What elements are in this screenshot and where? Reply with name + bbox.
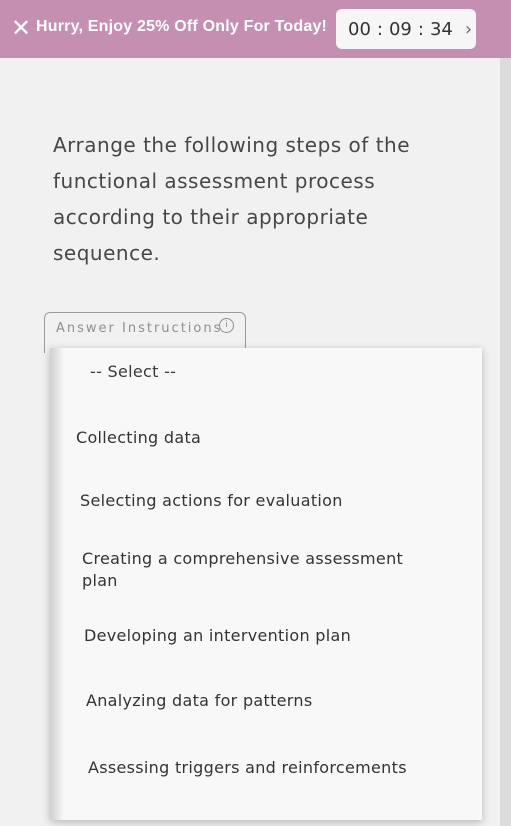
info-icon[interactable]: i <box>219 318 234 333</box>
timer-hours: 00 <box>348 18 371 40</box>
answer-instructions-label: Answer Instructions <box>56 321 223 336</box>
countdown-timer[interactable]: 00 : 09 : 34 › <box>336 9 476 49</box>
dropdown-shade <box>50 348 64 820</box>
timer-minutes: 09 <box>388 18 412 40</box>
dropdown-option-assessing-triggers[interactable]: Assessing triggers and reinforcements <box>88 758 407 777</box>
dropdown-option-intervention-plan[interactable]: Developing an intervention plan <box>84 626 351 645</box>
dropdown-option-selecting-actions[interactable]: Selecting actions for evaluation <box>80 491 343 510</box>
promo-text: Hurry, Enjoy 25% Off Only For Today! <box>36 18 328 35</box>
question-text: Arrange the following steps of the funct… <box>53 133 411 265</box>
timer-separator: : <box>376 18 383 40</box>
chevron-right-icon[interactable]: › <box>465 19 472 40</box>
close-icon[interactable]: ✕ <box>8 15 34 41</box>
dropdown-option-collecting-data[interactable]: Collecting data <box>76 428 201 447</box>
timer-seconds: 34 <box>429 18 453 40</box>
promo-banner: ✕ Hurry, Enjoy 25% Off Only For Today! 0… <box>0 0 511 58</box>
dropdown-option-analyzing-data[interactable]: Analyzing data for patterns <box>86 691 312 710</box>
dropdown-placeholder[interactable]: -- Select -- <box>90 362 176 381</box>
timer-separator: : <box>417 18 424 40</box>
dropdown-option-assessment-plan[interactable]: Creating a comprehensive assessment plan <box>82 548 432 592</box>
select-dropdown[interactable]: -- Select -- Collecting data Selecting a… <box>50 348 482 820</box>
